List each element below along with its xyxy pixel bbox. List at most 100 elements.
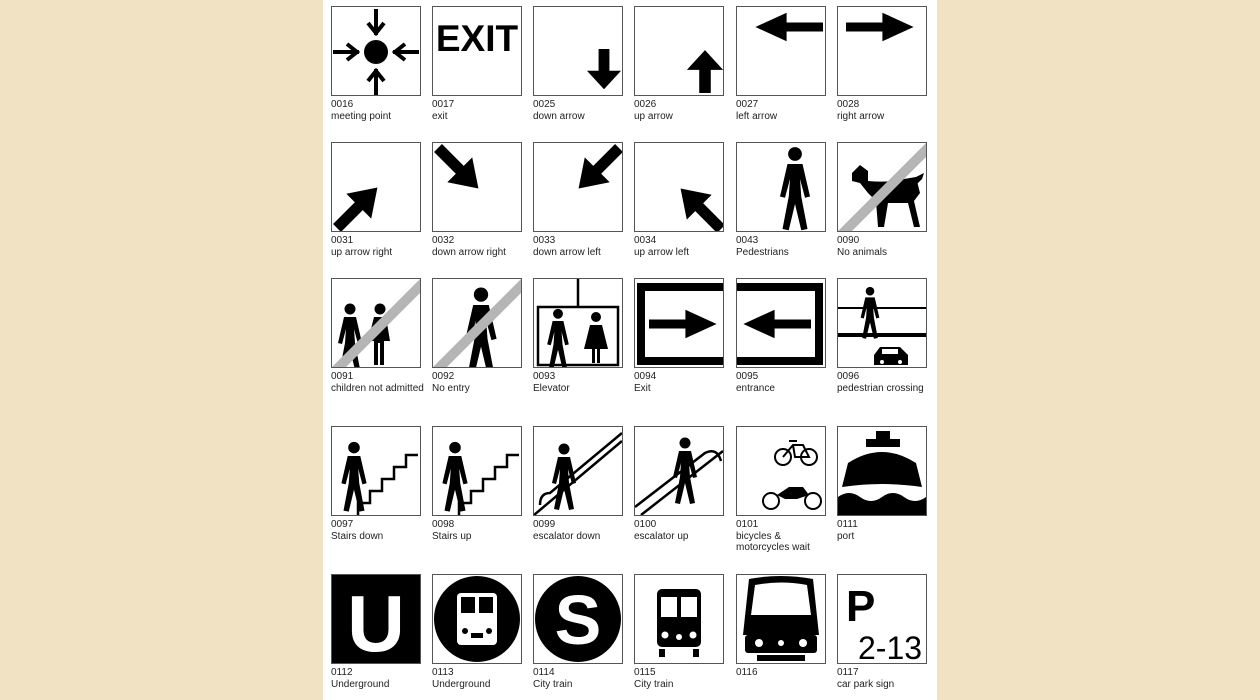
sign-0114: S 0114 City train bbox=[533, 574, 625, 690]
sign-label: down arrow left bbox=[533, 246, 601, 258]
left-arrow-icon bbox=[736, 6, 826, 96]
sign-code: 0116 bbox=[736, 667, 758, 678]
sign-label: Exit bbox=[634, 382, 651, 394]
pedestrian-icon bbox=[736, 142, 826, 232]
exit-text-icon: EXIT bbox=[432, 6, 522, 96]
sign-label: City train bbox=[533, 678, 573, 690]
sign-label: Stairs down bbox=[331, 530, 384, 542]
children-not-admitted-icon bbox=[331, 278, 421, 368]
down-arrow-icon bbox=[533, 6, 623, 96]
car-park-number: 2-13 bbox=[858, 630, 922, 663]
no-entry-icon bbox=[432, 278, 522, 368]
sign-code: 0097 bbox=[331, 519, 354, 530]
sign-code: 0031 bbox=[331, 235, 354, 246]
sign-label: Underground bbox=[432, 678, 491, 690]
entrance-arrow-icon bbox=[736, 278, 826, 368]
sign-0115: 0115 City train bbox=[634, 574, 726, 690]
sign-0117: P 2-13 0117 car park sign bbox=[837, 574, 929, 690]
escalator-down-icon bbox=[533, 426, 623, 516]
sign-label: bicycles & motorcycles wait bbox=[736, 530, 810, 554]
sign-code: 0101 bbox=[736, 519, 759, 530]
sign-0113: 0113 Underground bbox=[432, 574, 524, 690]
sign-label: meeting point bbox=[331, 110, 392, 122]
sign-0027: 0027 left arrow bbox=[736, 6, 828, 122]
sign-0026: 0026 up arrow bbox=[634, 6, 726, 122]
sign-label: escalator down bbox=[533, 530, 601, 542]
sign-label: children not admitted bbox=[331, 382, 424, 394]
sign-label: right arrow bbox=[837, 110, 885, 122]
sign-0017: EXIT 0017 exit bbox=[432, 6, 524, 122]
sign-label: down arrow bbox=[533, 110, 585, 122]
sign-0034: 0034 up arrow left bbox=[634, 142, 726, 258]
sign-0025: 0025 down arrow bbox=[533, 6, 625, 122]
sign-label: left arrow bbox=[736, 110, 778, 122]
pedestrian-crossing-icon bbox=[837, 278, 927, 368]
sign-code: 0028 bbox=[837, 99, 860, 110]
city-train-s-icon: S bbox=[533, 574, 623, 664]
sign-code: 0098 bbox=[432, 519, 455, 530]
sign-code: 0095 bbox=[736, 371, 759, 382]
sign-label: escalator up bbox=[634, 530, 689, 542]
sign-0033: 0033 down arrow left bbox=[533, 142, 625, 258]
sign-code: 0026 bbox=[634, 99, 657, 110]
down-arrow-left-icon bbox=[533, 142, 623, 232]
sign-label: Underground bbox=[331, 678, 390, 690]
underground-train-icon bbox=[432, 574, 522, 664]
up-arrow-right-icon bbox=[331, 142, 421, 232]
sign-0101: 0101 bicycles & motorcycles wait bbox=[736, 426, 828, 554]
sign-code: 0093 bbox=[533, 371, 556, 382]
sign-label: Pedestrians bbox=[736, 246, 789, 258]
stairs-down-icon bbox=[331, 426, 421, 516]
sign-0096: 0096 pedestrian crossing bbox=[837, 278, 929, 394]
train-front-icon bbox=[736, 574, 826, 664]
elevator-icon bbox=[533, 278, 623, 368]
sign-label: up arrow bbox=[634, 110, 673, 122]
sign-code: 0032 bbox=[432, 235, 455, 246]
meeting-point-icon bbox=[331, 6, 421, 96]
sign-0090: 0090 No animals bbox=[837, 142, 929, 258]
sign-0100: 0100 escalator up bbox=[634, 426, 726, 542]
sign-label: City train bbox=[634, 678, 674, 690]
underground-u-letter: U bbox=[347, 579, 405, 663]
sign-0028: 0028 right arrow bbox=[837, 6, 929, 122]
down-arrow-right-icon bbox=[432, 142, 522, 232]
sign-code: 0096 bbox=[837, 371, 860, 382]
sign-0093: 0093 Elevator bbox=[533, 278, 625, 394]
port-ship-icon bbox=[837, 426, 927, 516]
exit-arrow-icon bbox=[634, 278, 724, 368]
sign-label: up arrow right bbox=[331, 246, 393, 258]
sign-0098: 0098 Stairs up bbox=[432, 426, 524, 542]
right-arrow-icon bbox=[837, 6, 927, 96]
sign-0032: 0032 down arrow right bbox=[432, 142, 524, 258]
sign-0016: 0016 meeting point bbox=[331, 6, 423, 122]
stairs-up-icon bbox=[432, 426, 522, 516]
sign-code: 0100 bbox=[634, 519, 657, 530]
city-train-icon bbox=[634, 574, 724, 664]
sign-0112: U 0112 Underground bbox=[331, 574, 423, 690]
sign-code: 0114 bbox=[533, 667, 555, 678]
up-arrow-icon bbox=[634, 6, 724, 96]
sign-code: 0092 bbox=[432, 371, 455, 382]
sign-label: exit bbox=[432, 110, 448, 122]
car-park-p-letter: P bbox=[846, 582, 875, 631]
sign-code: 0025 bbox=[533, 99, 556, 110]
sign-code: 0113 bbox=[432, 667, 454, 678]
sign-code: 0016 bbox=[331, 99, 354, 110]
sign-code: 0115 bbox=[634, 667, 656, 678]
sign-label: down arrow right bbox=[432, 246, 506, 258]
sign-label: Stairs up bbox=[432, 530, 472, 542]
sign-0111: 0111 port bbox=[837, 426, 929, 542]
sign-label: entrance bbox=[736, 382, 775, 394]
no-animals-icon bbox=[837, 142, 927, 232]
sign-0092: 0092 No entry bbox=[432, 278, 524, 394]
sign-label: No entry bbox=[432, 382, 470, 394]
sign-label: pedestrian crossing bbox=[837, 382, 924, 394]
sign-catalog-sheet: 0016 meeting point EXIT 0017 exit 0025 down ar… bbox=[323, 0, 937, 700]
sign-0031: 0031 up arrow right bbox=[331, 142, 423, 258]
up-arrow-left-icon bbox=[634, 142, 724, 232]
sign-code: 0027 bbox=[736, 99, 759, 110]
car-park-icon: P 2-13 bbox=[837, 574, 927, 664]
sign-0097: 0097 Stairs down bbox=[331, 426, 423, 542]
sign-0043: 0043 Pedestrians bbox=[736, 142, 828, 258]
sign-code: 0090 bbox=[837, 235, 860, 246]
